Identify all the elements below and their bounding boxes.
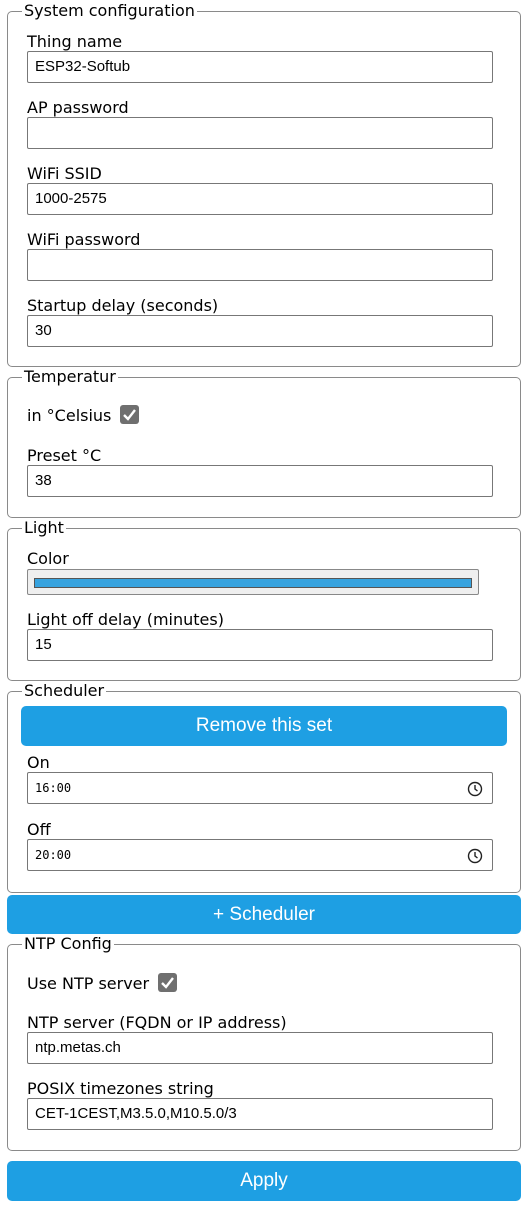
thing-name-label: Thing name xyxy=(27,32,123,51)
timezone-input[interactable]: CET-1CEST,M3.5.0,M10.5.0/3 xyxy=(27,1098,493,1130)
apply-button[interactable]: Apply xyxy=(7,1161,521,1201)
on-time-input[interactable]: 16:00 xyxy=(27,772,493,804)
remove-set-button[interactable]: Remove this set xyxy=(21,706,507,746)
preset-label: Preset °C xyxy=(27,446,102,465)
scheduler-fieldset: Scheduler Remove this set On 16:00 Off 2… xyxy=(7,682,521,893)
light-legend: Light xyxy=(22,518,66,537)
preset-input[interactable]: 38 xyxy=(27,465,493,497)
temperature-legend: Temperatur xyxy=(22,367,118,386)
system-configuration-fieldset: System configuration Thing name ESP32-So… xyxy=(7,2,521,367)
color-label: Color xyxy=(27,549,69,568)
startup-delay-input[interactable]: 30 xyxy=(27,315,493,347)
on-label: On xyxy=(27,753,50,772)
wifi-password-label: WiFi password xyxy=(27,230,141,249)
clock-icon[interactable] xyxy=(467,781,483,797)
light-off-delay-label: Light off delay (minutes) xyxy=(27,610,224,629)
ntp-server-label: NTP server (FQDN or IP address) xyxy=(27,1013,287,1032)
ap-password-label: AP password xyxy=(27,98,129,117)
ntp-server-input[interactable]: ntp.metas.ch xyxy=(27,1032,493,1064)
checkmark-icon xyxy=(161,977,175,989)
use-ntp-label: Use NTP server xyxy=(27,974,150,993)
color-swatch xyxy=(34,578,472,588)
wifi-ssid-input[interactable]: 1000-2575 xyxy=(27,183,493,215)
use-ntp-row: Use NTP server xyxy=(27,973,178,993)
temperature-fieldset: Temperatur in °Celsius Preset °C 38 xyxy=(7,368,521,518)
ntp-config-fieldset: NTP Config Use NTP server NTP server (FQ… xyxy=(7,935,521,1151)
clock-icon[interactable] xyxy=(467,848,483,864)
ap-password-input[interactable] xyxy=(27,117,493,149)
on-time-value: 16:00 xyxy=(35,781,72,795)
startup-delay-label: Startup delay (seconds) xyxy=(27,296,219,315)
add-scheduler-button[interactable]: + Scheduler xyxy=(7,895,521,934)
light-off-delay-input[interactable]: 15 xyxy=(27,629,493,661)
off-time-value: 20:00 xyxy=(35,848,72,862)
color-picker[interactable] xyxy=(27,569,479,595)
scheduler-legend: Scheduler xyxy=(22,681,107,700)
checkmark-icon xyxy=(123,409,137,421)
wifi-ssid-label: WiFi SSID xyxy=(27,164,102,183)
thing-name-input[interactable]: ESP32-Softub xyxy=(27,51,493,83)
celsius-row: in °Celsius xyxy=(27,405,140,425)
ntp-config-legend: NTP Config xyxy=(22,934,114,953)
off-label: Off xyxy=(27,820,51,839)
celsius-checkbox[interactable] xyxy=(120,405,140,424)
celsius-label: in °Celsius xyxy=(27,406,112,425)
off-time-input[interactable]: 20:00 xyxy=(27,839,493,871)
system-configuration-legend: System configuration xyxy=(22,1,197,20)
use-ntp-checkbox[interactable] xyxy=(158,973,178,992)
light-fieldset: Light Color Light off delay (minutes) 15 xyxy=(7,519,521,681)
wifi-password-input[interactable] xyxy=(27,249,493,281)
timezone-label: POSIX timezones string xyxy=(27,1079,214,1098)
